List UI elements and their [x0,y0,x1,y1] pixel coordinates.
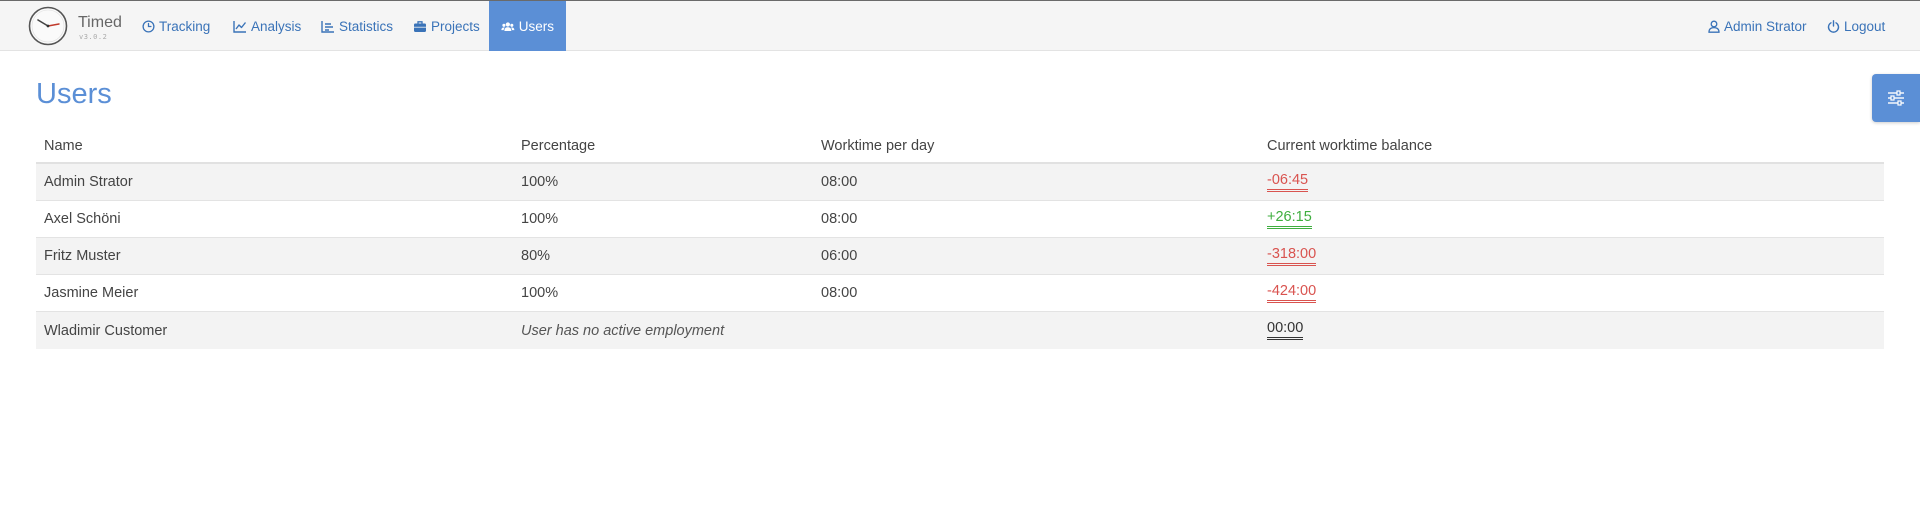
user-percentage: 100% [521,211,559,227]
nav-projects[interactable]: Projects [401,1,492,51]
bar-chart-icon [321,20,334,33]
user-worktime: 08:00 [821,211,858,227]
nav-user-label: Admin Strator [1724,18,1807,34]
column-header-balance[interactable]: Current worktime balance [1267,129,1432,162]
worktime-balance-link[interactable]: -318:00 [1267,246,1317,266]
clock-icon [142,19,155,33]
worktime-balance-link[interactable]: 00:00 [1267,321,1304,340]
nav-analysis[interactable]: Analysis [221,1,313,51]
nav-analysis-label: Analysis [251,18,302,34]
user-worktime: 06:00 [821,248,858,264]
user-name: Admin Strator [44,174,133,190]
clock-logo-icon [28,6,68,46]
table-row[interactable]: Fritz Muster 80% 06:00 -318:00 [36,238,1884,275]
users-icon [501,21,515,31]
table-row[interactable]: Jasmine Meier 100% 08:00 -424:00 [36,275,1884,312]
briefcase-icon [414,20,426,32]
nav-statistics-label: Statistics [339,18,394,34]
user-percentage: 100% [521,174,559,190]
brand-logo[interactable]: Timed v3.0.2 [28,6,128,48]
table-row[interactable]: Admin Strator 100% 08:00 -06:45 [36,164,1884,201]
user-worktime: 08:00 [821,285,858,301]
nav-logout[interactable]: Logout [1815,1,1897,51]
filter-toggle-button[interactable] [1872,74,1920,122]
no-employment-note: User has no active employment [521,322,725,339]
column-header-worktime[interactable]: Worktime per day [821,129,934,162]
balance-cell: -318:00 [1267,238,1317,274]
nav-tracking[interactable]: Tracking [130,1,222,51]
nav-tracking-label: Tracking [159,18,211,34]
user-name: Wladimir Customer [44,322,168,339]
nav-projects-label: Projects [431,18,480,34]
worktime-balance-link[interactable]: -424:00 [1267,283,1317,303]
user-percentage: 100% [521,285,559,301]
column-header-name[interactable]: Name [44,129,83,162]
users-table: Name Percentage Worktime per day Current… [36,129,1884,349]
user-name: Fritz Muster [44,248,121,264]
nav-users[interactable]: Users [489,1,566,51]
worktime-balance-link[interactable]: +26:15 [1267,209,1312,229]
balance-cell: -06:45 [1267,164,1309,200]
nav-users-label: Users [518,18,554,34]
balance-cell: 00:00 [1267,312,1304,349]
user-icon [1708,20,1720,33]
sliders-icon [1888,90,1904,106]
column-header-percentage[interactable]: Percentage [521,129,595,162]
worktime-balance-link[interactable]: -06:45 [1267,172,1309,192]
table-header: Name Percentage Worktime per day Current… [36,129,1884,164]
user-worktime: 08:00 [821,174,858,190]
user-percentage: 80% [521,248,551,264]
app-name: Timed [78,14,122,31]
balance-cell: -424:00 [1267,275,1317,311]
nav-logout-label: Logout [1844,18,1886,34]
nav-statistics[interactable]: Statistics [309,1,405,51]
user-name: Axel Schöni [44,211,121,227]
table-row[interactable]: Axel Schöni 100% 08:00 +26:15 [36,201,1884,238]
page-title: Users [36,78,112,110]
table-row[interactable]: Wladimir Customer User has no active emp… [36,312,1884,349]
user-name: Jasmine Meier [44,285,139,301]
power-icon [1827,19,1840,33]
balance-cell: +26:15 [1267,201,1312,237]
nav-user-profile[interactable]: Admin Strator [1696,1,1819,51]
line-chart-icon [233,20,247,33]
app-version: v3.0.2 [79,33,108,41]
top-navbar: Timed v3.0.2 Tracking Analysis Statistic… [0,0,1920,51]
